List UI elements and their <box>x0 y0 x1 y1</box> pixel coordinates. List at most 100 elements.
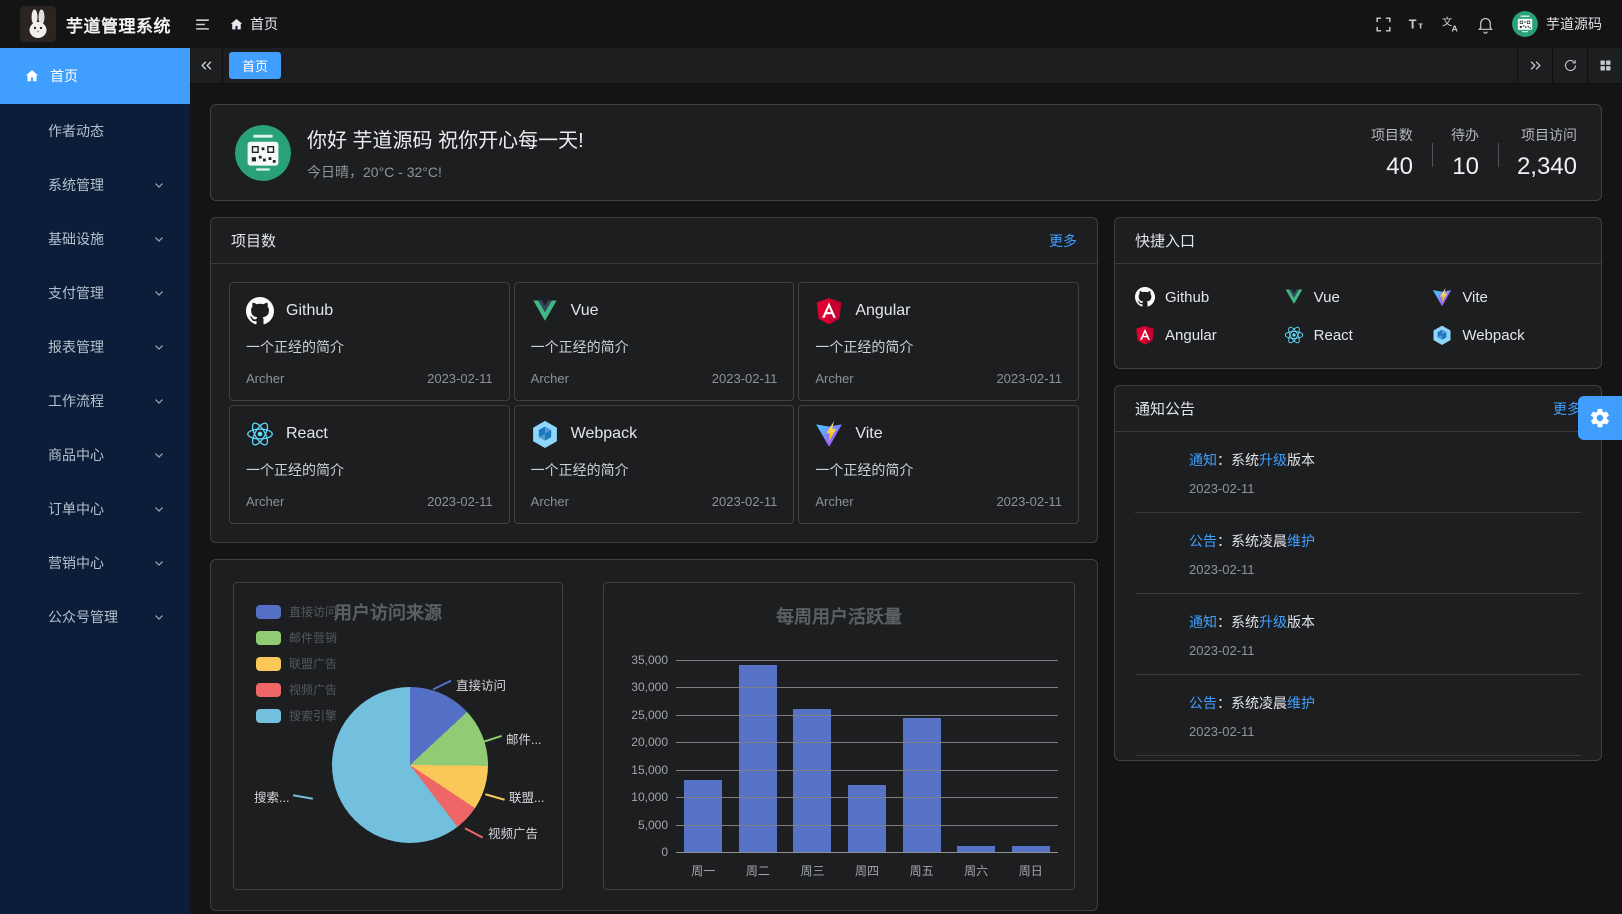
sidebar-item[interactable]: 作者动态 <box>0 104 190 158</box>
project-card[interactable]: Angular 一个正经的简介 Archer 2023-02-11 <box>798 282 1079 401</box>
notice-item[interactable]: 通知：系统升级版本 2023-02-11 <box>1135 432 1581 513</box>
sidebar-item-label: 作者动态 <box>48 121 104 141</box>
chevron-down-icon <box>152 448 166 462</box>
project-card[interactable]: Vue 一个正经的简介 Archer 2023-02-11 <box>514 282 795 401</box>
legend-item[interactable]: 视频广告 <box>256 681 337 698</box>
sidebar-item-home[interactable]: 首页 <box>0 48 190 104</box>
sidebar-item-label: 公众号管理 <box>48 607 118 627</box>
project-desc: 一个正经的简介 <box>531 337 778 357</box>
notice-avatar <box>1135 448 1175 488</box>
notices-title: 通知公告 <box>1135 398 1195 419</box>
project-card[interactable]: Github 一个正经的简介 Archer 2023-02-11 <box>229 282 510 401</box>
legend-swatch <box>256 657 281 671</box>
left-column: 项目数 更多 Github 一个正经的简介 Archer <box>210 217 1098 911</box>
shortcut-link[interactable]: Angular <box>1135 318 1284 352</box>
sidebar-item[interactable]: 公众号管理 <box>0 590 190 644</box>
user-menu[interactable]: 芋道源码 <box>1512 11 1602 37</box>
bar <box>793 709 831 853</box>
rabbit-logo-icon <box>20 6 56 42</box>
project-name: Angular <box>855 302 910 320</box>
shortcut-icon <box>1284 287 1304 307</box>
y-tick-label: 35,000 <box>631 653 668 667</box>
legend-item[interactable]: 邮件营销 <box>256 629 337 646</box>
svg-text:A: A <box>1451 23 1458 33</box>
shortcut-icon <box>1432 325 1452 345</box>
header-action-button[interactable]: 文A <box>1434 0 1468 48</box>
notice-item[interactable]: 公告：系统凌晨维护 2023-02-11 <box>1135 675 1581 756</box>
shortcut-link[interactable]: React <box>1284 318 1433 352</box>
bar-chart: 每周用户活跃量 05,00010,00015,00020,00025,00030… <box>603 582 1075 890</box>
sidebar-item-label: 系统管理 <box>48 175 104 195</box>
tab-action-button[interactable] <box>1552 48 1587 84</box>
legend-item[interactable]: 直接访问 <box>256 603 337 620</box>
sidebar-item[interactable]: 基础设施 <box>0 212 190 266</box>
chevron-down-icon <box>152 394 166 408</box>
y-tick-label: 20,000 <box>631 735 668 749</box>
project-desc: 一个正经的简介 <box>246 460 493 480</box>
sidebar-item-label: 工作流程 <box>48 391 104 411</box>
shortcut-link[interactable]: Vite <box>1432 280 1581 314</box>
username: 芋道源码 <box>1546 14 1602 34</box>
breadcrumb-home-label: 首页 <box>250 14 278 34</box>
menu-fold-button[interactable] <box>185 0 219 48</box>
breadcrumb[interactable]: 首页 <box>229 14 278 34</box>
shortcuts-card: 快捷入口 Github Vue <box>1114 217 1602 369</box>
sidebar-item[interactable]: 营销中心 <box>0 536 190 590</box>
tab-home[interactable]: 首页 <box>229 52 281 79</box>
project-card[interactable]: Vite 一个正经的简介 Archer 2023-02-11 <box>798 405 1079 524</box>
sidebar-item[interactable]: 支付管理 <box>0 266 190 320</box>
shortcut-label: Vite <box>1462 289 1488 306</box>
x-tick-label: 周一 <box>676 862 731 879</box>
sidebar-item-label: 订单中心 <box>48 499 104 519</box>
shortcut-label: Webpack <box>1462 327 1524 344</box>
notice-item[interactable]: 通知：系统升级版本 2023-02-11 <box>1135 594 1581 675</box>
app-logo[interactable] <box>20 6 56 42</box>
sidebar-item[interactable]: 商品中心 <box>0 428 190 482</box>
sidebar-item-label: 报表管理 <box>48 337 104 357</box>
project-name: Vue <box>571 302 599 320</box>
sidebar-item[interactable]: 报表管理 <box>0 320 190 374</box>
notice-avatar <box>1135 691 1175 731</box>
sidebar-item[interactable]: 系统管理 <box>0 158 190 212</box>
chevron-down-icon <box>152 610 166 624</box>
avatar <box>1512 11 1538 37</box>
legend-swatch <box>256 605 281 619</box>
notices-more-link[interactable]: 更多 <box>1553 399 1581 419</box>
notices-card: 通知公告 更多 通知：系统升级版本 2023-02-11 <box>1114 385 1602 761</box>
shortcut-link[interactable]: Vue <box>1284 280 1433 314</box>
notice-date: 2023-02-11 <box>1189 724 1315 739</box>
legend-item[interactable]: 搜索引擎 <box>256 707 337 724</box>
app-header: 芋道管理系统 首页 Tт 文A 芋道源码 <box>0 0 1622 48</box>
settings-fab-button[interactable] <box>1578 396 1622 440</box>
project-name: Vite <box>855 425 882 443</box>
project-icon <box>531 420 559 448</box>
x-tick-label: 周四 <box>840 862 895 879</box>
header-action-button[interactable] <box>1366 0 1400 48</box>
tags-scroll-left-button[interactable] <box>190 48 223 84</box>
bar-chart-title: 每周用户活跃量 <box>604 603 1074 629</box>
header-action-button[interactable] <box>1468 0 1502 48</box>
legend-item[interactable]: 联盟广告 <box>256 655 337 672</box>
project-card[interactable]: React 一个正经的简介 Archer 2023-02-11 <box>229 405 510 524</box>
project-icon <box>246 297 274 325</box>
project-card[interactable]: Webpack 一个正经的简介 Archer 2023-02-11 <box>514 405 795 524</box>
project-name: Webpack <box>571 425 637 443</box>
shortcut-link[interactable]: Github <box>1135 280 1284 314</box>
sidebar-item[interactable]: 工作流程 <box>0 374 190 428</box>
sidebar-item[interactable]: 订单中心 <box>0 482 190 536</box>
projects-more-link[interactable]: 更多 <box>1049 231 1077 251</box>
notice-item[interactable]: 公告：系统凌晨维护 2023-02-11 <box>1135 513 1581 594</box>
svg-text:T: T <box>1408 17 1416 31</box>
project-author: Archer <box>246 494 284 509</box>
shortcut-link[interactable]: Webpack <box>1432 318 1581 352</box>
chevron-down-icon <box>152 178 166 192</box>
project-date: 2023-02-11 <box>427 494 493 509</box>
tagsview-bar: 首页 <box>190 48 1622 84</box>
legend-swatch <box>256 709 281 723</box>
tab-action-button[interactable] <box>1517 48 1552 84</box>
tab-action-button[interactable] <box>1587 48 1622 84</box>
projects-card-header: 项目数 更多 <box>211 218 1097 264</box>
notice-title: 公告：系统凌晨维护 <box>1189 531 1315 551</box>
shortcut-icon <box>1135 325 1155 345</box>
header-action-button[interactable]: Tт <box>1400 0 1434 48</box>
